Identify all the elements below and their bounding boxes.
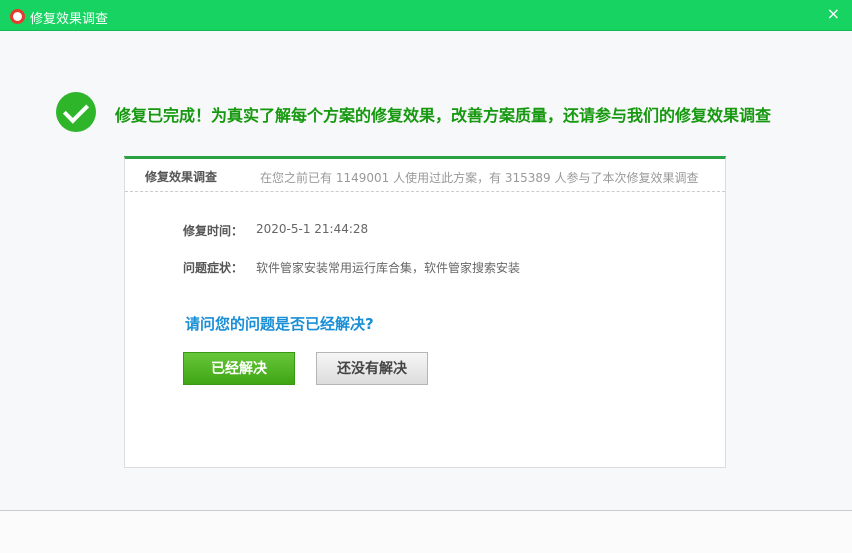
symptom-label: 问题症状：: [183, 261, 244, 275]
usage-info: 在您之前已有 1149001 人使用过此方案，有 315389 人参与了本次修复…: [260, 171, 699, 185]
title-bar: 修复效果调查 ×: [0, 0, 852, 31]
repair-time-value: 2020-5-1 21:44:28: [256, 222, 369, 236]
survey-panel: 修复效果调查 在您之前已有 1149001 人使用过此方案，有 315389 人…: [124, 156, 726, 468]
checkmark-icon: [56, 92, 96, 132]
not-resolved-button[interactable]: 还没有解决: [316, 352, 428, 385]
footer: [0, 510, 852, 553]
panel-title: 修复效果调查: [145, 170, 218, 184]
repair-time-label: 修复时间：: [183, 224, 244, 238]
close-button[interactable]: ×: [827, 4, 840, 23]
question: 请问您的问题是否已经解决?: [185, 315, 374, 333]
resolved-button[interactable]: 已经解决: [183, 352, 295, 385]
symptom-value: 软件管家安装常用运行库合集，软件管家搜索安装: [256, 261, 521, 275]
divider: [125, 191, 725, 192]
window-title: 修复效果调查: [30, 12, 109, 27]
lifebuoy-logo-icon: [10, 9, 25, 24]
headline: 修复已完成！为真实了解每个方案的修复效果，改善方案质量，还请参与我们的修复效果调…: [115, 106, 772, 125]
